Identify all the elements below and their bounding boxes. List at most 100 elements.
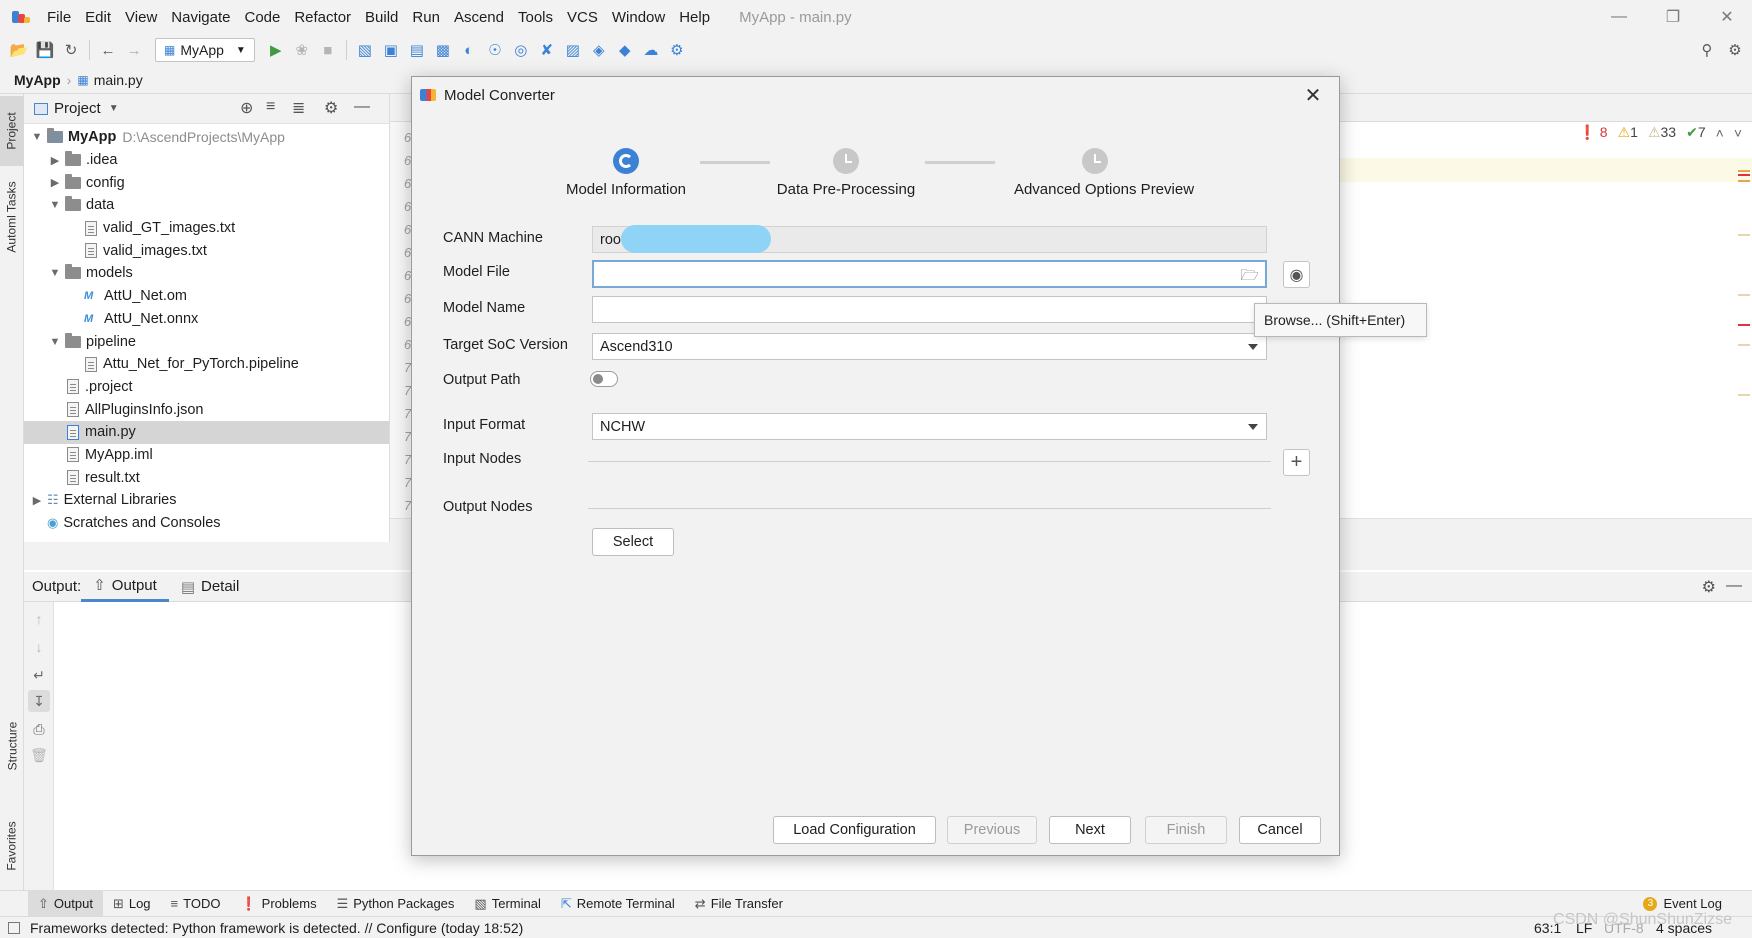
debug-icon[interactable]: ❀	[289, 37, 315, 63]
arrow-down-icon[interactable]: ↓	[28, 636, 50, 658]
chevron-up-icon[interactable]: ˄	[1716, 125, 1724, 141]
tool-window-output[interactable]: ⇧ Output	[28, 890, 103, 917]
minimize-icon[interactable]: —	[1590, 0, 1648, 34]
analyze-icon[interactable]: ◎	[508, 37, 534, 63]
tree-item-myapp-iml[interactable]: MyApp.iml	[24, 444, 389, 467]
sync-icon[interactable]: ↻	[58, 37, 84, 63]
chevron-right-icon[interactable]: ▶	[30, 494, 44, 507]
menu-code[interactable]: Code	[237, 9, 287, 26]
soft-wrap-icon[interactable]: ↵	[28, 664, 50, 686]
tree-item-valid-images[interactable]: valid_images.txt	[24, 239, 389, 262]
cancel-button[interactable]: Cancel	[1239, 816, 1321, 844]
output-path-toggle[interactable]	[590, 371, 618, 387]
tab-favorites[interactable]: Favorites	[0, 806, 24, 886]
restore-icon[interactable]: ❐	[1644, 0, 1702, 34]
status-message[interactable]: Frameworks detected: Python framework is…	[30, 920, 523, 936]
run-configuration-select[interactable]: ▦ MyApp ▼	[155, 38, 255, 62]
expand-all-icon[interactable]: ≡	[266, 98, 275, 116]
status-square-icon[interactable]	[8, 921, 20, 934]
model-file-input[interactable]: 🗁	[592, 260, 1267, 288]
tool-window-terminal[interactable]: ▧ Terminal	[464, 891, 550, 917]
chevron-down-icon[interactable]: ▼	[109, 103, 119, 114]
collapse-all-icon[interactable]: ≣	[292, 98, 305, 118]
tree-item-myapp[interactable]: ▼ MyApp D:\AscendProjects\MyApp	[24, 126, 389, 149]
tree-item-allplugins[interactable]: AllPluginsInfo.json	[24, 398, 389, 421]
run-icon[interactable]: ▶	[263, 37, 289, 63]
close-window-icon[interactable]: ✕	[1698, 0, 1752, 34]
save-icon[interactable]: 💾	[32, 37, 58, 63]
trash-icon[interactable]: 🗑	[28, 744, 50, 766]
chevron-down-icon[interactable]: ▼	[30, 131, 44, 143]
gear-icon[interactable]: ⚙	[324, 98, 338, 118]
monitor-icon[interactable]: ▩	[430, 37, 456, 63]
tab-structure[interactable]: Structure	[0, 706, 24, 786]
back-arrow-icon[interactable]: ←	[95, 37, 121, 63]
chevron-right-icon[interactable]: ▶	[48, 176, 62, 189]
chevron-down-icon[interactable]: ˅	[1734, 125, 1742, 141]
hide-panel-icon[interactable]: —	[1726, 577, 1742, 595]
deploy-icon[interactable]: ▧	[352, 37, 378, 63]
tree-item-data[interactable]: ▼ data	[24, 194, 389, 217]
target-soc-select[interactable]: Ascend310	[592, 333, 1267, 360]
tab-project[interactable]: Project	[0, 96, 24, 166]
scroll-to-end-icon[interactable]: ↧	[28, 690, 50, 712]
menu-navigate[interactable]: Navigate	[164, 9, 237, 26]
tool-window-log[interactable]: ⊞ Log	[103, 891, 161, 917]
search-model-icon[interactable]: ☉	[482, 37, 508, 63]
stop-icon[interactable]: ■	[315, 37, 341, 63]
menu-edit[interactable]: Edit	[78, 9, 118, 26]
close-icon[interactable]: ✕	[1299, 81, 1327, 109]
tree-item-pipeline[interactable]: ▼ pipeline	[24, 330, 389, 353]
folder-open-icon[interactable]: 🗁	[1240, 265, 1259, 290]
breadcrumb-file[interactable]: main.py	[94, 72, 143, 88]
tree-item-result-txt[interactable]: result.txt	[24, 466, 389, 489]
model-converter-icon[interactable]: ▨	[560, 37, 586, 63]
model-name-input[interactable]	[592, 296, 1267, 323]
select-button[interactable]: Select	[592, 528, 674, 556]
finish-button[interactable]: Finish	[1145, 816, 1227, 844]
package-icon[interactable]: ◆	[612, 37, 638, 63]
input-format-select[interactable]: NCHW	[592, 413, 1267, 440]
cloud-icon[interactable]: ☁	[638, 37, 664, 63]
tree-item-attu-net-om[interactable]: M AttU_Net.om	[24, 285, 389, 308]
tool-window-problems[interactable]: ❗ Problems	[230, 891, 326, 917]
tool-window-python-packages[interactable]: ☰ Python Packages	[327, 891, 465, 917]
menu-build[interactable]: Build	[358, 9, 405, 26]
operator-icon[interactable]: ◈	[586, 37, 612, 63]
tree-item-project-file[interactable]: .project	[24, 376, 389, 399]
open-folder-icon[interactable]: 📂	[6, 37, 32, 63]
next-button[interactable]: Next	[1049, 816, 1131, 844]
locate-icon[interactable]: ⊕	[240, 98, 253, 118]
tool-window-file-transfer[interactable]: ⇄ File Transfer	[685, 891, 793, 917]
chevron-down-icon[interactable]: ▼	[48, 336, 62, 348]
gear-icon[interactable]: ⚙	[1702, 577, 1716, 597]
menu-help[interactable]: Help	[672, 9, 717, 26]
tool-window-remote-terminal[interactable]: ⇱ Remote Terminal	[551, 891, 685, 917]
forward-arrow-icon[interactable]: →	[121, 37, 147, 63]
menu-run[interactable]: Run	[405, 9, 447, 26]
load-configuration-button[interactable]: Load Configuration	[773, 816, 936, 844]
tree-item-main-py[interactable]: main.py	[24, 420, 389, 444]
hide-panel-icon[interactable]: —	[354, 98, 370, 116]
inspection-widget[interactable]: ❗ 8 ⚠1 ⚠33 ✔7 ˄ ˅	[1578, 124, 1742, 141]
tab-output[interactable]: ⇧ Output	[81, 572, 169, 602]
tree-item-external-libraries[interactable]: ▶ ☷ External Libraries	[24, 489, 389, 512]
settings-gear-icon[interactable]: ⚙	[1722, 37, 1748, 63]
arrow-up-icon[interactable]: ↑	[28, 608, 50, 630]
menu-file[interactable]: File	[40, 9, 78, 26]
menu-ascend[interactable]: Ascend	[447, 9, 511, 26]
tree-item-models[interactable]: ▼ models	[24, 262, 389, 285]
tree-item-idea[interactable]: ▶ .idea	[24, 149, 389, 172]
tool-window-todo[interactable]: ≡ TODO	[161, 891, 231, 917]
chevron-right-icon[interactable]: ▶	[48, 154, 62, 167]
config-file-icon[interactable]: ▤	[404, 37, 430, 63]
menu-tools[interactable]: Tools	[511, 9, 560, 26]
chevron-down-icon[interactable]: ▼	[48, 267, 62, 279]
settings-plugin-icon[interactable]: ⚙	[664, 37, 690, 63]
tree-item-valid-gt-images[interactable]: valid_GT_images.txt	[24, 217, 389, 240]
profile-icon[interactable]: ◐	[456, 37, 482, 63]
convert-icon[interactable]: ✘	[534, 37, 560, 63]
project-panel-title[interactable]: Project	[54, 100, 101, 117]
tree-item-pipeline-file[interactable]: Attu_Net_for_PyTorch.pipeline	[24, 353, 389, 376]
search-everywhere-icon[interactable]: ⚲	[1694, 37, 1720, 63]
